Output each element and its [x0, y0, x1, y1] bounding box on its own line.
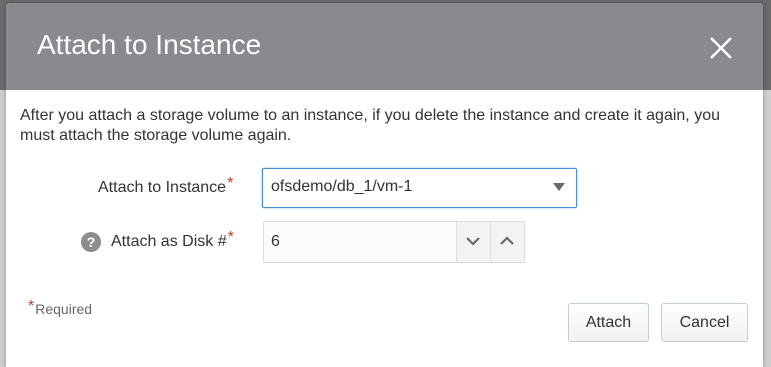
- required-note: *Required: [28, 298, 93, 319]
- increment-button[interactable]: [490, 222, 524, 262]
- disk-field-label: Attach as Disk #*: [111, 229, 234, 251]
- required-note-text: Required: [35, 301, 93, 317]
- attach-button[interactable]: Attach: [568, 303, 649, 342]
- dialog-header: Attach to Instance: [6, 3, 763, 90]
- instance-select[interactable]: ofsdemo/db_1/vm-1: [262, 168, 577, 208]
- close-button[interactable]: [706, 33, 736, 63]
- disk-number-value: 6: [271, 233, 280, 250]
- instance-label-text: Attach to Instance: [98, 179, 227, 196]
- disk-number-input[interactable]: 6: [264, 222, 455, 262]
- chevron-up-icon: [500, 236, 514, 245]
- required-marker: *: [227, 175, 234, 192]
- close-icon: [710, 37, 732, 59]
- disk-label-text: Attach as Disk #: [111, 233, 227, 250]
- disk-number-stepper: 6: [263, 221, 525, 263]
- help-icon[interactable]: ?: [81, 232, 101, 252]
- attach-to-instance-dialog: Attach to Instance After you attach a st…: [6, 3, 763, 367]
- caret-down-icon: [553, 183, 565, 191]
- cancel-button[interactable]: Cancel: [661, 303, 748, 342]
- instance-select-value: ofsdemo/db_1/vm-1: [271, 178, 413, 195]
- background-page-right-edge: [763, 90, 771, 367]
- dialog-intro-text: After you attach a storage volume to an …: [20, 107, 720, 144]
- chevron-down-icon: [466, 237, 480, 246]
- dialog-title: Attach to Instance: [37, 29, 262, 60]
- required-marker: *: [227, 229, 234, 246]
- required-marker: *: [28, 298, 35, 315]
- instance-field-label: Attach to Instance*: [98, 175, 233, 197]
- decrement-button[interactable]: [456, 222, 490, 262]
